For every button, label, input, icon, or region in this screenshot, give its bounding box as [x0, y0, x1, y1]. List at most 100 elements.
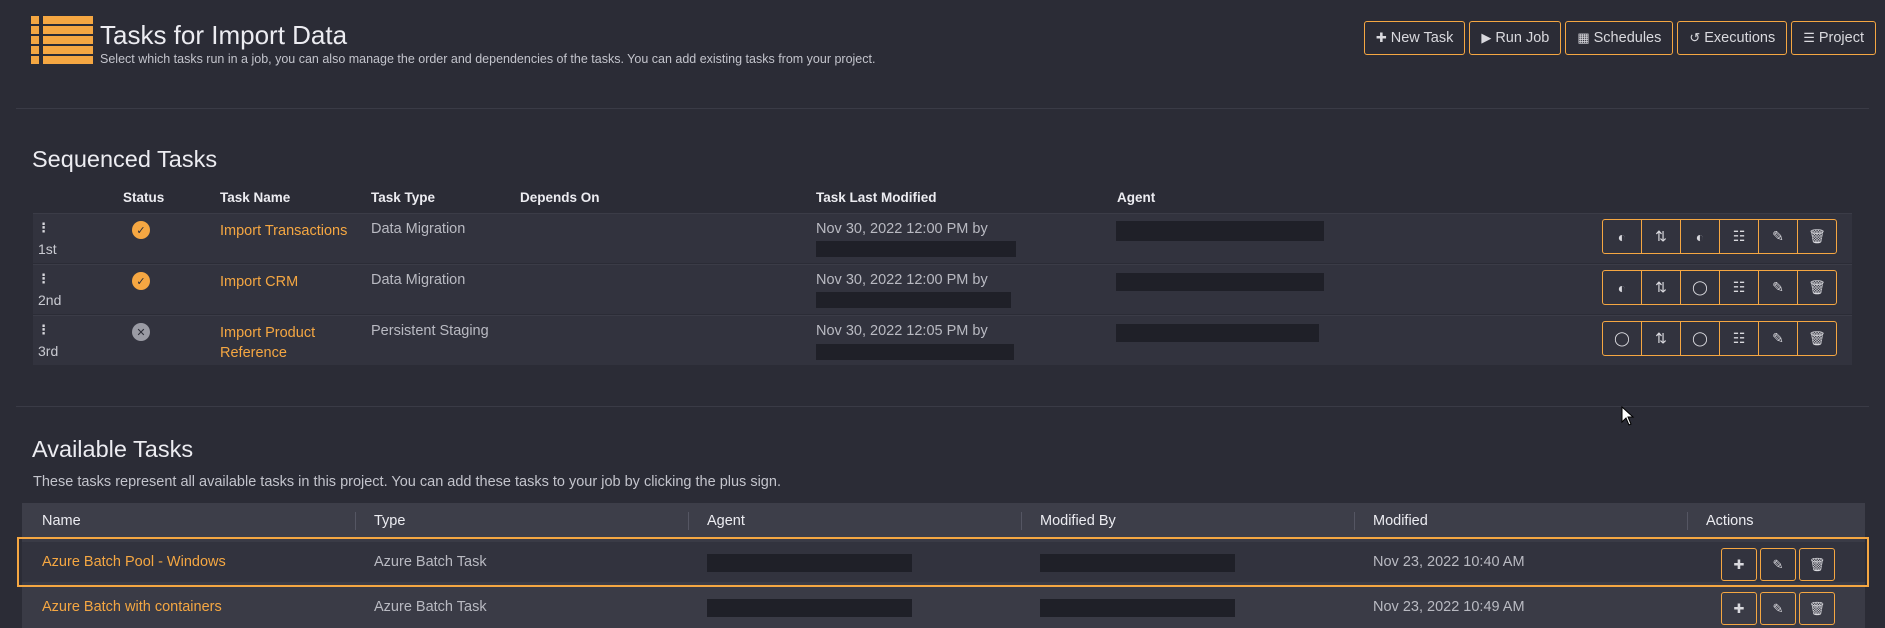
col-modified[interactable]: Modified: [1373, 513, 1428, 529]
row-actions: ◯ ⇅ ◯ ☷ ✎ 🗑: [1602, 321, 1837, 356]
col-modified-by[interactable]: Modified By: [1040, 513, 1116, 529]
list-icon[interactable]: ☷: [1719, 219, 1759, 254]
mouse-cursor-icon: [1621, 406, 1635, 426]
redacted-agent: [1116, 324, 1319, 342]
task-name-link[interactable]: Import CRM: [220, 272, 360, 292]
row-actions: ◐ ⇅ ◐ ☷ ✎ 🗑: [1602, 219, 1837, 254]
col-task-last-modified: Task Last Modified: [816, 190, 937, 205]
task-type: Azure Batch Task: [374, 554, 487, 570]
schedules-button[interactable]: ▦ Schedules: [1565, 21, 1674, 55]
sort-order-icon[interactable]: ⇅: [1641, 219, 1681, 254]
add-task-button[interactable]: ✚: [1721, 548, 1757, 581]
drag-handle-icon[interactable]: ⋮: [37, 322, 50, 338]
trash-icon[interactable]: 🗑: [1797, 219, 1837, 254]
sequenced-tasks-title: Sequenced Tasks: [32, 146, 218, 172]
list-icon[interactable]: ☷: [1719, 321, 1759, 356]
row-actions: ✚ ✎ 🗑: [1718, 548, 1835, 581]
task-name-link[interactable]: Azure Batch with containers: [42, 599, 222, 615]
task-order: 3rd: [38, 343, 59, 359]
row-actions: ◐ ⇅ ◯ ☷ ✎ 🗑: [1602, 270, 1837, 305]
trash-icon[interactable]: 🗑: [1797, 321, 1837, 356]
edit-icon[interactable]: ✎: [1760, 548, 1796, 581]
redacted-modified-by: [1040, 554, 1235, 572]
history-icon: ↺: [1689, 30, 1701, 45]
toggle-on-icon[interactable]: ◐: [1680, 219, 1720, 254]
check-circle-icon: ✓: [132, 221, 150, 239]
redacted-modified-by: [816, 241, 1016, 257]
trash-icon[interactable]: 🗑: [1799, 548, 1835, 581]
toggle-on-icon[interactable]: ◐: [1602, 270, 1642, 305]
task-last-modified: Nov 30, 2022 12:00 PM by: [816, 272, 988, 288]
col-type[interactable]: Type: [374, 513, 405, 529]
col-agent[interactable]: Agent: [707, 513, 745, 529]
redacted-modified-by: [1040, 599, 1235, 617]
table-row: Azure Batch Pool - Windows Azure Batch T…: [22, 542, 1865, 582]
available-tasks-title: Available Tasks: [32, 436, 194, 462]
table-header: Name Type Agent Modified By Modified Act…: [22, 503, 1865, 539]
edit-icon[interactable]: ✎: [1758, 321, 1798, 356]
task-modified: Nov 23, 2022 10:40 AM: [1373, 554, 1525, 570]
task-name-link[interactable]: Azure Batch Pool - Windows: [42, 554, 226, 570]
sequenced-table-header: Status Task Name Task Type Depends On Ta…: [0, 190, 1885, 208]
add-task-button[interactable]: ✚: [1721, 592, 1757, 625]
col-task-type: Task Type: [371, 190, 436, 205]
task-name-link[interactable]: Import Transactions: [220, 221, 360, 241]
calendar-icon: ▦: [1577, 30, 1590, 45]
task-order: 1st: [38, 241, 57, 257]
check-circle-icon: ✓: [132, 272, 150, 290]
task-list-icon: [31, 16, 93, 64]
col-actions: Actions: [1706, 513, 1754, 529]
col-task-name: Task Name: [220, 190, 291, 205]
sequenced-row: ⋮ 2nd ✓ Import CRM Data Migration Nov 30…: [33, 264, 1852, 314]
redacted-agent: [1116, 273, 1324, 291]
col-status: Status: [123, 190, 165, 205]
edit-icon[interactable]: ✎: [1758, 270, 1798, 305]
times-circle-icon: ✕: [132, 323, 150, 341]
redacted-modified-by: [816, 292, 1011, 308]
drag-handle-icon[interactable]: ⋮: [37, 220, 50, 236]
task-last-modified: Nov 30, 2022 12:05 PM by: [816, 323, 988, 339]
redacted-agent: [707, 599, 912, 617]
edit-icon[interactable]: ✎: [1758, 219, 1798, 254]
toggle-off-icon[interactable]: ◯: [1680, 270, 1720, 305]
task-modified: Nov 23, 2022 10:49 AM: [1373, 599, 1525, 615]
list-icon[interactable]: ☷: [1719, 270, 1759, 305]
available-tasks-table: Name Type Agent Modified By Modified Act…: [22, 503, 1865, 628]
drag-handle-icon[interactable]: ⋮: [37, 271, 50, 287]
task-type: Persistent Staging: [371, 323, 489, 339]
redacted-agent: [707, 554, 912, 572]
sort-order-icon[interactable]: ⇅: [1641, 321, 1681, 356]
sequenced-row: ⋮ 1st ✓ Import Transactions Data Migrati…: [33, 213, 1852, 263]
trash-icon[interactable]: 🗑: [1797, 270, 1837, 305]
row-actions: ✚ ✎ 🗑: [1718, 592, 1835, 625]
col-depends-on: Depends On: [520, 190, 600, 205]
col-name[interactable]: Name: [42, 513, 81, 529]
header-toolbar: ✚ New Task ▶ Run Job ▦ Schedules ↺ Execution…: [1363, 21, 1876, 55]
redacted-modified-by: [816, 344, 1014, 360]
task-type: Data Migration: [371, 221, 466, 237]
toggle-off-icon[interactable]: ◯: [1602, 321, 1642, 356]
edit-icon[interactable]: ✎: [1760, 592, 1796, 625]
sort-order-icon[interactable]: ⇅: [1641, 270, 1681, 305]
executions-button[interactable]: ↺ Executions: [1677, 21, 1788, 55]
task-type: Data Migration: [371, 272, 466, 288]
plus-icon: ✚: [1375, 30, 1387, 45]
trash-icon[interactable]: 🗑: [1799, 592, 1835, 625]
col-agent: Agent: [1117, 190, 1156, 205]
bars-icon: ☰: [1803, 30, 1815, 45]
available-tasks-description: These tasks represent all available task…: [33, 474, 781, 490]
task-order: 2nd: [38, 292, 62, 308]
redacted-agent: [1116, 221, 1324, 241]
play-icon: ▶: [1481, 30, 1492, 45]
divider: [16, 108, 1869, 109]
page-title: Tasks for Import Data: [100, 20, 348, 50]
task-last-modified: Nov 30, 2022 12:00 PM by: [816, 221, 988, 237]
new-task-button[interactable]: ✚ New Task: [1363, 21, 1466, 55]
run-job-button[interactable]: ▶ Run Job: [1469, 21, 1562, 55]
project-button[interactable]: ☰ Project: [1791, 21, 1876, 55]
page-subtitle: Select which tasks run in a job, you can…: [100, 52, 876, 66]
task-type: Azure Batch Task: [374, 599, 487, 615]
toggle-on-icon[interactable]: ◐: [1602, 219, 1642, 254]
task-name-link[interactable]: Import Product Reference: [220, 323, 360, 363]
toggle-off-icon[interactable]: ◯: [1680, 321, 1720, 356]
